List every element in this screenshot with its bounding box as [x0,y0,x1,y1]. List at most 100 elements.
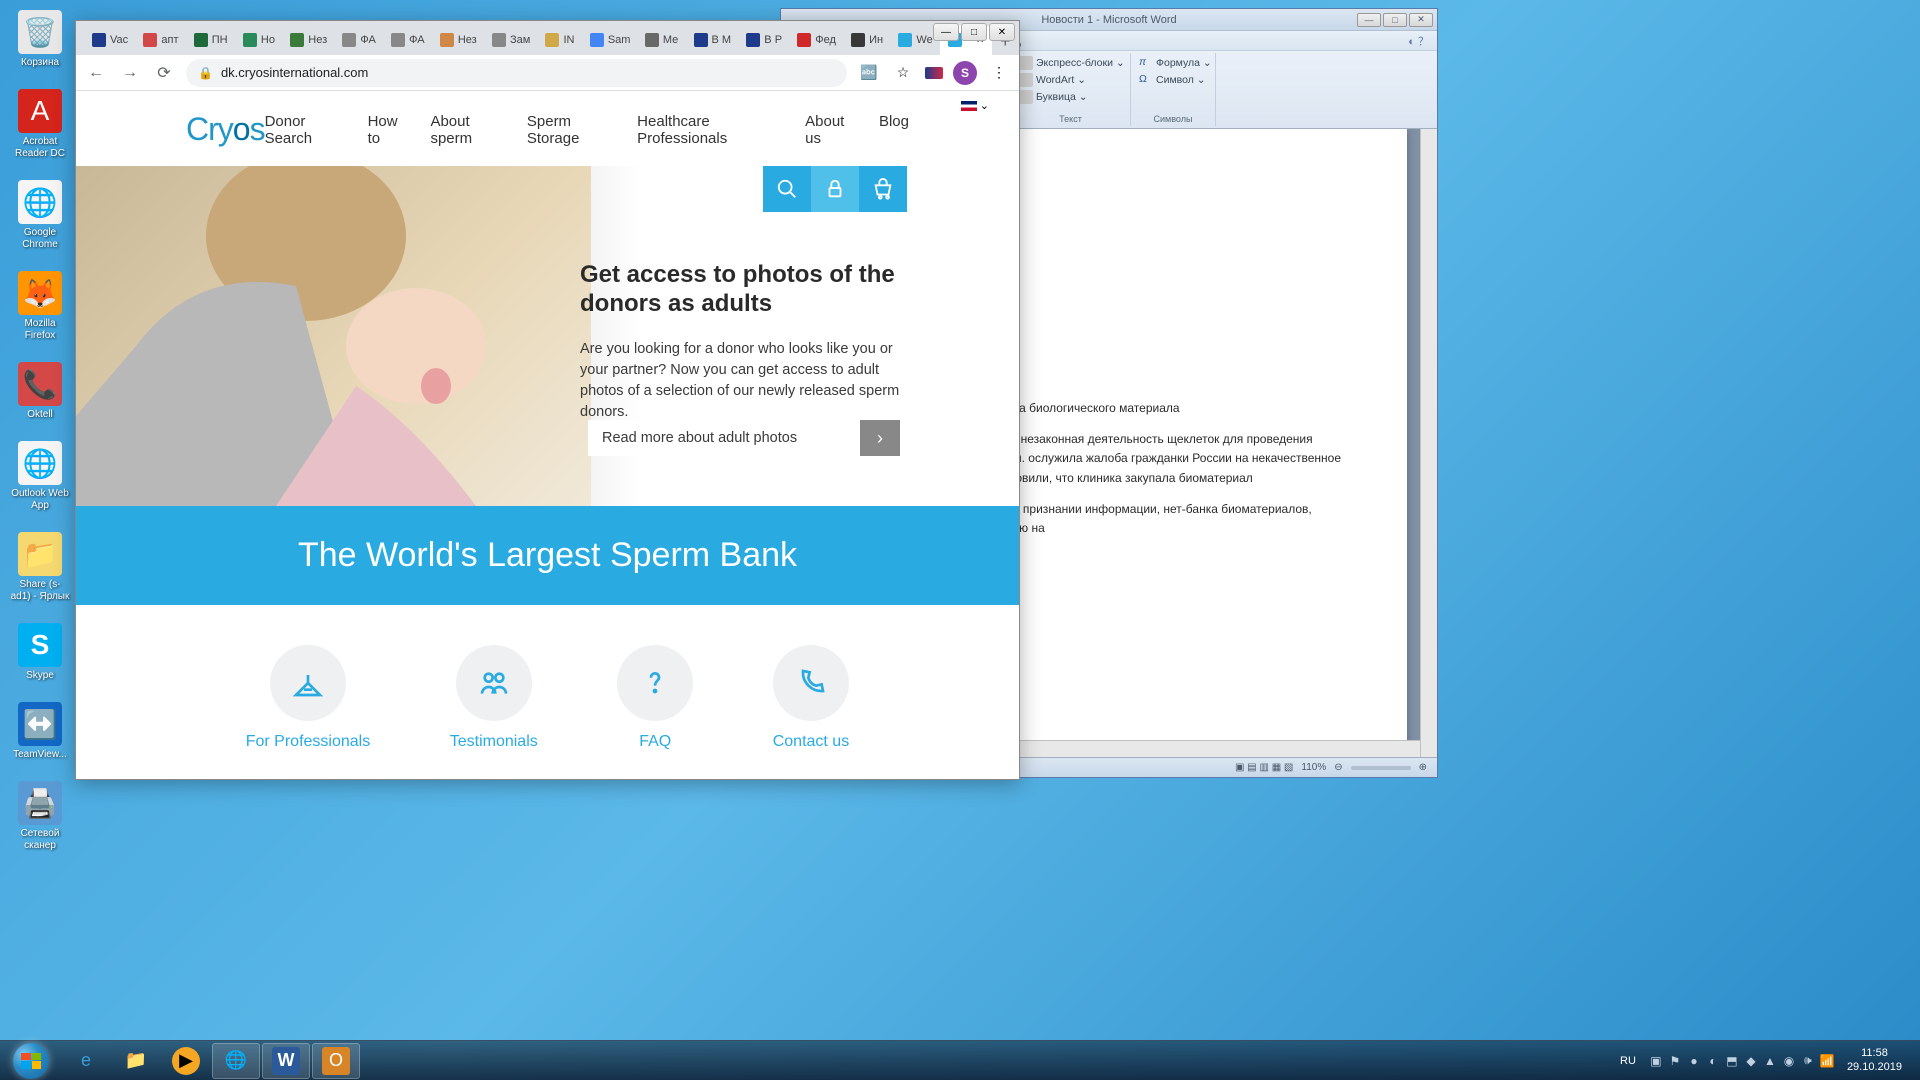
word-minimize-button[interactable]: — [1357,13,1381,27]
nav-link[interactable]: About sperm [430,113,504,147]
search-icon[interactable] [763,166,811,212]
cart-icon[interactable] [859,166,907,212]
ribbon-quickparts-button[interactable]: Экспресс-блоки ⌄ [1017,55,1127,71]
desktop-icon-chrome[interactable]: 🌐Google Chrome [10,180,70,251]
tray-icon[interactable]: ◆ [1743,1053,1759,1069]
language-selector[interactable]: ⌄ [961,99,989,112]
menu-button[interactable]: ⋮ [987,61,1011,85]
taskbar-explorer[interactable]: 📁 [112,1043,160,1079]
browser-tab[interactable]: Vac [84,25,135,55]
quick-link[interactable]: For Professionals [246,645,371,751]
taskbar-media-player[interactable]: ▶ [162,1043,210,1079]
browser-tab[interactable]: Зам [484,25,538,55]
taskbar-chrome[interactable]: 🌐 [212,1043,260,1079]
desktop-icon-firefox[interactable]: 🦊Mozilla Firefox [10,271,70,342]
quick-link[interactable]: FAQ [617,645,693,751]
browser-tab[interactable]: Нез [432,25,484,55]
desktop-icon-skype[interactable]: SSkype [10,623,70,682]
word-vertical-scrollbar[interactable] [1420,129,1437,757]
nav-link[interactable]: Healthcare Professionals [637,113,783,147]
ribbon-equation-button[interactable]: πФормула ⌄ [1137,55,1214,71]
language-indicator[interactable]: RU [1614,1055,1642,1067]
word-view-buttons[interactable]: ▣ ▤ ▥ ▦ ▧ [1235,762,1293,773]
taskbar-outlook[interactable]: O [312,1043,360,1079]
nav-link[interactable]: How to [368,113,409,147]
desktop-icon-recycle-bin[interactable]: 🗑️Корзина [10,10,70,69]
word-zoom-out[interactable]: ⊖ [1334,762,1342,773]
tray-icon[interactable]: ▣ [1648,1053,1664,1069]
tray-icon[interactable]: ⬒ [1724,1053,1740,1069]
nav-link[interactable]: About us [805,113,857,147]
tray-icon[interactable]: 🕪 [1800,1053,1816,1069]
translate-icon[interactable]: 🔤 [857,61,881,85]
browser-tab[interactable]: ФА [383,25,432,55]
taskbar-word[interactable]: W [262,1043,310,1079]
chrome-close-button[interactable]: ✕ [989,23,1015,41]
desktop-icon-outlook-web[interactable]: 🌐Outlook Web App [10,441,70,512]
taskbar-ie[interactable]: e [62,1043,110,1079]
tray-icon[interactable]: ◐ [1705,1053,1721,1069]
browser-tab[interactable]: Фед [789,25,843,55]
browser-tab[interactable]: Ме [637,25,686,55]
ribbon-dropcap-button[interactable]: Буквица ⌄ [1017,89,1090,105]
desktop-icon-share-folder[interactable]: 📁Share (s-ad1) - Ярлык [10,532,70,603]
read-more-button[interactable]: Read more about adult photos › [588,420,900,456]
word-zoom-slider[interactable] [1351,766,1411,770]
tray-icon[interactable]: ⚑ [1667,1053,1683,1069]
nav-link[interactable]: Sperm Storage [527,113,615,147]
browser-tab[interactable]: ПН [186,25,235,55]
address-bar[interactable]: 🔒 dk.cryosinternational.com [186,59,847,87]
chrome-maximize-button[interactable]: □ [961,23,987,41]
word-help-icon[interactable]: ◐ ？ [1408,33,1429,49]
chrome-toolbar: ← → ⟳ 🔒 dk.cryosinternational.com 🔤 ☆ S … [76,55,1019,91]
tray-icon[interactable]: ● [1686,1053,1702,1069]
browser-tab[interactable]: Ин [843,25,890,55]
browser-tab[interactable]: ФА [334,25,383,55]
tagline-banner: The World's Largest Sperm Bank [76,506,1019,605]
word-zoom-in[interactable]: ⊕ [1419,762,1427,773]
login-icon[interactable] [811,166,859,212]
browser-tab[interactable]: Но [235,25,282,55]
tray-icon[interactable]: ▲ [1762,1053,1778,1069]
quick-link[interactable]: Testimonials [450,645,538,751]
nav-link[interactable]: Blog [879,113,909,147]
favicon [492,33,506,47]
desktop-icon-network-scanner[interactable]: 🖨️Сетевой сканер [10,781,70,852]
browser-tab[interactable]: В М [686,25,739,55]
desktop-icon-teamviewer[interactable]: ↔️TeamView... [10,702,70,761]
tray-icon[interactable]: 📶 [1819,1053,1835,1069]
word-close-button[interactable]: ✕ [1409,13,1433,27]
extension-icon[interactable] [925,67,943,79]
ribbon-symbol-button[interactable]: ΩСимвол ⌄ [1137,72,1208,88]
bookmark-icon[interactable]: ☆ [891,61,915,85]
ribbon-wordart-button[interactable]: WordArt ⌄ [1017,72,1088,88]
browser-tab[interactable]: IN [537,25,581,55]
favicon [342,33,356,47]
chrome-tab-strip: VacаптПННоНезФАФАНезЗамINSamМеВ МВ РФедИ… [76,21,1019,55]
chrome-minimize-button[interactable]: — [933,23,959,41]
browser-tab[interactable]: Sam [582,25,637,55]
hero-title: Get access to photos of the donors as ad… [580,261,920,319]
forward-button[interactable]: → [118,61,142,85]
desktop-icon-oktell[interactable]: 📞Oktell [10,362,70,421]
favicon [440,33,454,47]
start-button[interactable] [4,1043,58,1079]
clock[interactable]: 11:58 29.10.2019 [1841,1047,1908,1073]
back-button[interactable]: ← [84,61,108,85]
browser-tab[interactable]: Нез [282,25,334,55]
word-zoom-level[interactable]: 110% [1301,762,1326,773]
word-maximize-button[interactable]: □ [1383,13,1407,27]
browser-tab[interactable]: В Р [738,25,789,55]
hero-section: Get access to photos of the donors as ad… [76,166,1019,506]
profile-button[interactable]: S [953,61,977,85]
desktop-icons-column-1: 🗑️Корзина AAcrobat Reader DC 🌐Google Chr… [10,10,70,852]
tray-icon[interactable]: ◉ [1781,1053,1797,1069]
nav-link[interactable]: Donor Search [265,113,346,147]
logo[interactable]: Cryos [186,111,265,148]
quick-link[interactable]: Contact us [773,645,849,751]
favicon [290,33,304,47]
browser-tab[interactable]: апт [135,25,185,55]
quick-links-row: For Professionals Testimonials FAQ Contact … [76,605,1019,769]
desktop-icon-acrobat[interactable]: AAcrobat Reader DC [10,89,70,160]
reload-button[interactable]: ⟳ [152,61,176,85]
